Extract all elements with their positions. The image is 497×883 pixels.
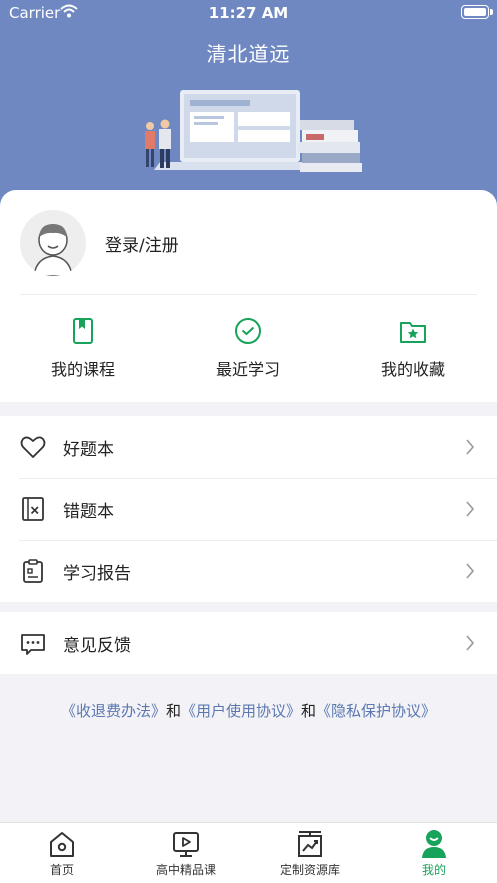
recent-study-button[interactable]: 最近学习 — [188, 316, 308, 380]
menu-group-study: 好题本 错题本 学习报告 — [0, 416, 497, 602]
folder-star-icon — [400, 322, 426, 343]
heart-icon — [20, 436, 46, 458]
good-questions-label: 好题本 — [63, 440, 114, 460]
tab-resource-library[interactable]: 定制资源库 — [248, 829, 372, 878]
menu-group-feedback: 意见反馈 — [0, 612, 497, 674]
book-icon — [73, 318, 93, 344]
chevron-right-icon — [466, 501, 475, 517]
header-banner: Carrier 11:27 AM 清北道远 — [0, 0, 497, 220]
divider — [20, 294, 477, 295]
profile-card: 登录/注册 我的课程 最近学习 我的收藏 — [0, 190, 497, 402]
tab-premium-courses[interactable]: 高中精品课 — [124, 829, 248, 878]
user-icon — [422, 830, 446, 858]
my-courses-label: 我的课程 — [50, 360, 115, 379]
tab-home-label: 首页 — [49, 863, 74, 877]
recent-study-label: 最近学习 — [215, 360, 280, 379]
home-icon — [50, 832, 74, 857]
wrong-book-icon — [22, 497, 44, 521]
chevron-right-icon — [466, 439, 475, 455]
tab-mine-label: 我的 — [421, 863, 446, 877]
study-illustration — [145, 90, 362, 172]
clock-check-icon — [235, 318, 261, 344]
clipboard-icon — [23, 559, 43, 583]
wrong-questions-item[interactable]: 错题本 — [0, 478, 497, 540]
chevron-right-icon — [466, 635, 475, 651]
agreement-links: 《收退费办法》和《用户使用协议》和《隐私保护协议》 — [0, 700, 497, 721]
my-favorites-button[interactable]: 我的收藏 — [353, 316, 473, 380]
and-text: 和 — [165, 702, 181, 720]
wrong-questions-label: 错题本 — [63, 502, 114, 522]
status-time: 11:27 AM — [208, 4, 289, 22]
my-favorites-label: 我的收藏 — [380, 360, 445, 379]
refund-policy-link[interactable]: 《收退费办法》 — [61, 702, 166, 720]
user-agreement-link[interactable]: 《用户使用协议》 — [181, 702, 301, 720]
tab-home[interactable]: 首页 — [0, 829, 124, 878]
chart-board-icon — [298, 831, 322, 857]
tab-premium-courses-label: 高中精品课 — [155, 863, 216, 877]
study-report-item[interactable]: 学习报告 — [0, 540, 497, 602]
battery-icon — [461, 5, 493, 19]
privacy-policy-link[interactable]: 《隐私保护协议》 — [316, 702, 436, 720]
status-bar: Carrier 11:27 AM — [0, 0, 497, 26]
page-title: 清北道远 — [206, 42, 291, 66]
study-report-label: 学习报告 — [63, 564, 131, 584]
my-courses-button[interactable]: 我的课程 — [23, 316, 143, 380]
tab-mine[interactable]: 我的 — [372, 829, 496, 878]
chat-bubble-icon — [21, 634, 45, 655]
chevron-right-icon — [466, 563, 475, 579]
and-text: 和 — [301, 702, 317, 720]
avatar[interactable] — [20, 210, 86, 276]
tab-resource-library-label: 定制资源库 — [279, 863, 340, 877]
video-icon — [173, 832, 199, 857]
good-questions-item[interactable]: 好题本 — [0, 416, 497, 478]
feedback-label: 意见反馈 — [63, 636, 131, 656]
feedback-item[interactable]: 意见反馈 — [0, 612, 497, 674]
avatar-icon — [33, 224, 73, 276]
tab-bar: 首页 高中精品课 定制资源库 我的 — [0, 822, 497, 883]
login-register-link[interactable]: 登录/注册 — [105, 231, 179, 256]
